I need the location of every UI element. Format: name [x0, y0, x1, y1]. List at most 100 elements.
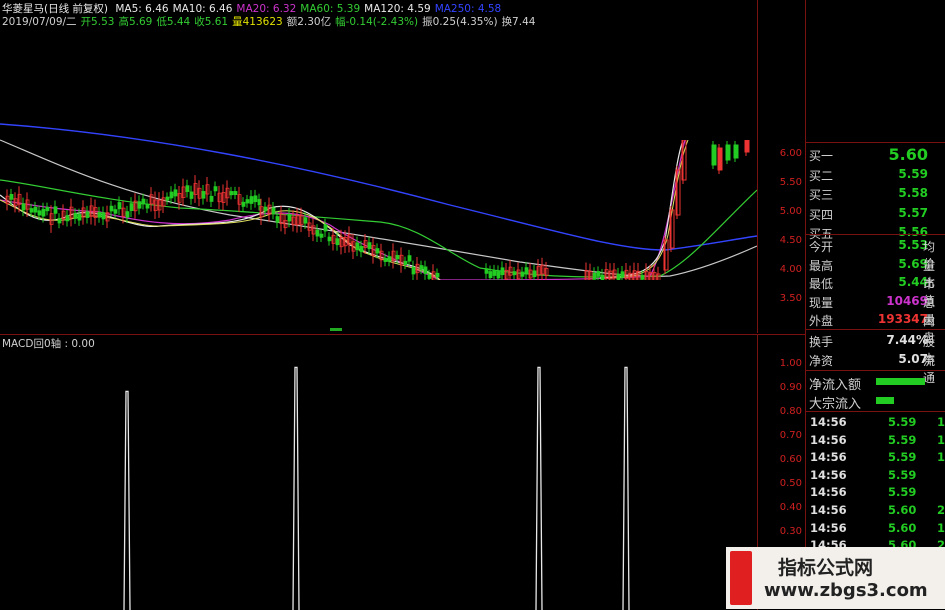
ma60-line: [0, 179, 757, 278]
tick-price: 5.59: [888, 467, 917, 482]
tick-row: 14:56 5.59 1: [806, 413, 945, 431]
scroll-marker[interactable]: [330, 328, 342, 331]
candle-body: [419, 265, 424, 270]
tick-row: 14:56 5.59 1: [806, 448, 945, 466]
candle-body: [185, 185, 190, 192]
candle-body: [355, 242, 360, 251]
candle-body: [209, 195, 214, 202]
tick-time: 14:56: [810, 450, 847, 465]
bid-row-3-label: 买三: [809, 188, 834, 202]
candle-body: [717, 147, 723, 171]
candle-body: [500, 267, 505, 276]
candle-body: [375, 248, 380, 254]
flow-label: 大宗流入: [809, 397, 862, 412]
candle-body: [733, 144, 739, 159]
masked-region-top: [535, 0, 757, 140]
ma250-line: [0, 123, 757, 251]
candle-body: [359, 246, 364, 253]
candle-body: [335, 238, 340, 246]
candle-body: [596, 271, 601, 277]
divider: [806, 234, 945, 235]
kline-panel[interactable]: 华菱星马(日线 前复权) MA5: 6.46 MA10: 6.46 MA20: 6.…: [0, 0, 757, 333]
candle-body: [423, 266, 428, 274]
candle-body: [137, 201, 142, 209]
macd-tick: 0.40: [779, 502, 802, 513]
candle-body: [496, 271, 501, 279]
candle-body: [165, 196, 170, 201]
candle-body: [129, 203, 134, 211]
macd-spike: [292, 366, 300, 610]
candle-body: [367, 242, 372, 250]
candle-body: [189, 191, 194, 199]
macd-tick: 0.70: [779, 430, 802, 441]
candle-body: [711, 144, 717, 166]
candle-body: [275, 216, 280, 223]
price-tick: 6.00: [779, 148, 802, 159]
site-watermark[interactable]: 指标公式网 www.zbgs3.com: [726, 547, 945, 609]
macd-spike: [622, 366, 630, 610]
candle-body: [29, 208, 34, 213]
price-tick: 3.50: [779, 293, 802, 304]
tick-row: 14:56 5.59: [806, 466, 945, 484]
stat-row-3-label: 现量: [809, 295, 834, 310]
macd-tick: 0.90: [779, 382, 802, 393]
tick-volume: 1: [937, 432, 945, 447]
macd-tick: 0.60: [779, 454, 802, 465]
candle-body: [85, 211, 90, 218]
divider: [806, 142, 945, 143]
stat-row-0-label: 今开: [809, 240, 834, 254]
stat-row-3: 现量 10469 总量: [806, 292, 945, 327]
candle-body: [141, 198, 146, 205]
candle-body: [592, 272, 597, 280]
flow-row-0: 净流入额: [806, 372, 945, 393]
candle-body: [33, 206, 38, 213]
candle-body: [427, 274, 432, 279]
quote-panel: 买一 5.60 买二 5.59 买三 5.58 买四 5.57 买五 5.56 今开 5.53 均价 最高…: [805, 0, 945, 609]
tick-time: 14:56: [810, 432, 847, 447]
candle-body: [492, 270, 497, 276]
candle-body: [327, 236, 332, 242]
stat-row-2: 最低 5.44 市值: [806, 273, 945, 308]
candle-body: [65, 215, 70, 222]
turnover-row-0: 换手 7.44% 股本: [806, 331, 945, 366]
candle-body: [532, 270, 537, 278]
stat-row-2-label: 最低: [809, 277, 834, 291]
tick-time: 14:56: [810, 467, 847, 482]
candle-body: [620, 271, 625, 278]
macd-tick: 0.30: [779, 526, 802, 537]
tick-row: 14:56 5.60 1: [806, 519, 945, 537]
candle-body: [173, 189, 178, 197]
macd-label: MACD回0轴 : 0.00: [2, 338, 95, 350]
tick-price: 5.60: [888, 503, 917, 517]
candle-body: [213, 186, 218, 192]
divider: [806, 329, 945, 330]
candle-body: [57, 218, 62, 224]
flow-row-1: 大宗流入: [806, 391, 945, 412]
candle-body: [287, 213, 292, 222]
tick-row: 14:56 5.59: [806, 483, 945, 501]
macd-tick: 0.50: [779, 478, 802, 489]
turnover-row-1-label: 净资: [809, 353, 834, 368]
macd-panel[interactable]: MACD回0轴 : 0.00: [0, 334, 757, 610]
tick-volume: 1: [937, 520, 945, 535]
info-field-3: 低5.44: [156, 16, 191, 28]
divider: [806, 411, 945, 412]
bid-row-1-label: 买一: [809, 149, 834, 163]
tick-price: 5.59: [888, 432, 917, 447]
info-field-2: 高5.69: [118, 16, 153, 28]
bar-info-line: 2019/07/09/二 开5.53 高5.69 低5.44 收5.61 量413623 额…: [2, 14, 545, 29]
tick-time: 14:56: [810, 485, 847, 500]
tick-time: 14:56: [810, 415, 847, 429]
candle-body: [21, 203, 26, 211]
candle-body: [229, 191, 234, 196]
flow-bar: [876, 378, 925, 385]
candle-body: [241, 201, 246, 207]
candle-body: [169, 191, 174, 199]
stat-row-0: 今开 5.53 均价: [806, 236, 945, 271]
tick-price: 5.59: [888, 450, 917, 465]
macd-tick: 0.80: [779, 406, 802, 417]
price-tick: 5.00: [779, 206, 802, 217]
candle-body: [201, 191, 206, 199]
tick-time: 14:56: [810, 520, 847, 535]
stat-row-4: 外盘 193347 内盘: [806, 310, 945, 345]
